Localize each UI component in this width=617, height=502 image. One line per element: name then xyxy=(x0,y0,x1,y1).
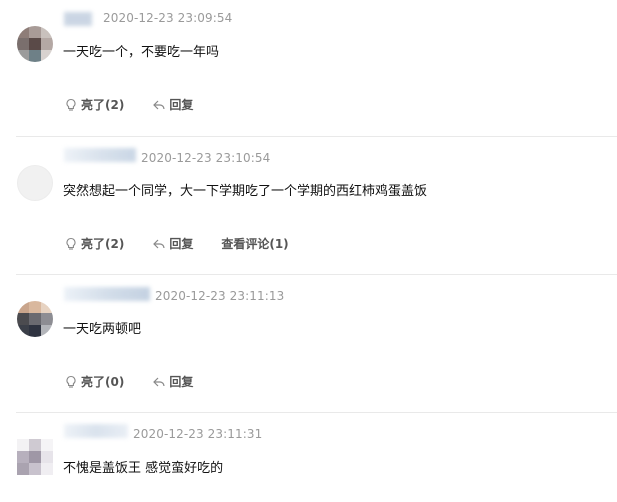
like-button[interactable]: 亮了(2) xyxy=(64,235,124,252)
comment-item: 2020-12-23 23:10:54 突然想起一个同学，大一下学期吃了一个学期… xyxy=(0,137,617,274)
comment-text: 一天吃两顿吧 xyxy=(63,322,142,337)
avatar[interactable] xyxy=(17,301,53,337)
reply-button[interactable]: 回复 xyxy=(152,235,193,252)
comment-actions: 亮了(2) 回复 查看评论(1) xyxy=(64,235,317,252)
lightbulb-icon xyxy=(66,98,76,111)
view-replies-button[interactable]: 查看评论(1) xyxy=(221,235,288,252)
comment-text: 一天吃一个，不要吃一年吗 xyxy=(63,45,220,60)
comment-actions: 亮了(2) 回复 xyxy=(64,96,221,113)
like-label: 亮了(2) xyxy=(81,237,125,251)
comment-text: 突然想起一个同学，大一下学期吃了一个学期的西红柿鸡蛋盖饭 xyxy=(63,184,428,199)
comment-time: 2020-12-23 23:11:31 xyxy=(133,427,263,441)
username[interactable] xyxy=(64,12,92,26)
avatar[interactable] xyxy=(17,439,53,475)
username[interactable] xyxy=(64,424,128,438)
reply-arrow-icon xyxy=(153,377,165,386)
reply-label: 回复 xyxy=(169,98,194,112)
comment-time: 2020-12-23 23:11:13 xyxy=(155,289,285,303)
comment-time: 2020-12-23 23:10:54 xyxy=(141,151,271,165)
comment-item: 2020-12-23 23:09:54 一天吃一个，不要吃一年吗 亮了(2) 回… xyxy=(0,0,617,136)
reply-button[interactable]: 回复 xyxy=(152,96,193,113)
lightbulb-icon xyxy=(66,237,76,250)
comment-item: 2020-12-23 23:11:31 不愧是盖饭王 感觉蛮好吃的 xyxy=(0,413,617,502)
like-label: 亮了(0) xyxy=(81,375,125,389)
avatar[interactable] xyxy=(17,26,53,62)
reply-arrow-icon xyxy=(153,100,165,109)
comment-list: 2020-12-23 23:09:54 一天吃一个，不要吃一年吗 亮了(2) 回… xyxy=(0,0,617,502)
like-button[interactable]: 亮了(0) xyxy=(64,373,124,390)
comment-item: 2020-12-23 23:11:13 一天吃两顿吧 亮了(0) 回复 xyxy=(0,275,617,412)
avatar[interactable] xyxy=(17,165,53,201)
reply-arrow-icon xyxy=(153,239,165,248)
like-button[interactable]: 亮了(2) xyxy=(64,96,124,113)
username[interactable] xyxy=(64,287,150,301)
lightbulb-icon xyxy=(66,375,76,388)
username[interactable] xyxy=(64,148,136,162)
reply-button[interactable]: 回复 xyxy=(152,373,193,390)
comment-actions: 亮了(0) 回复 xyxy=(64,373,221,390)
comment-text: 不愧是盖饭王 感觉蛮好吃的 xyxy=(63,461,224,476)
view-replies-label: 查看评论(1) xyxy=(221,237,289,251)
reply-label: 回复 xyxy=(169,237,194,251)
like-label: 亮了(2) xyxy=(81,98,125,112)
reply-label: 回复 xyxy=(169,375,194,389)
comment-time: 2020-12-23 23:09:54 xyxy=(103,11,233,25)
